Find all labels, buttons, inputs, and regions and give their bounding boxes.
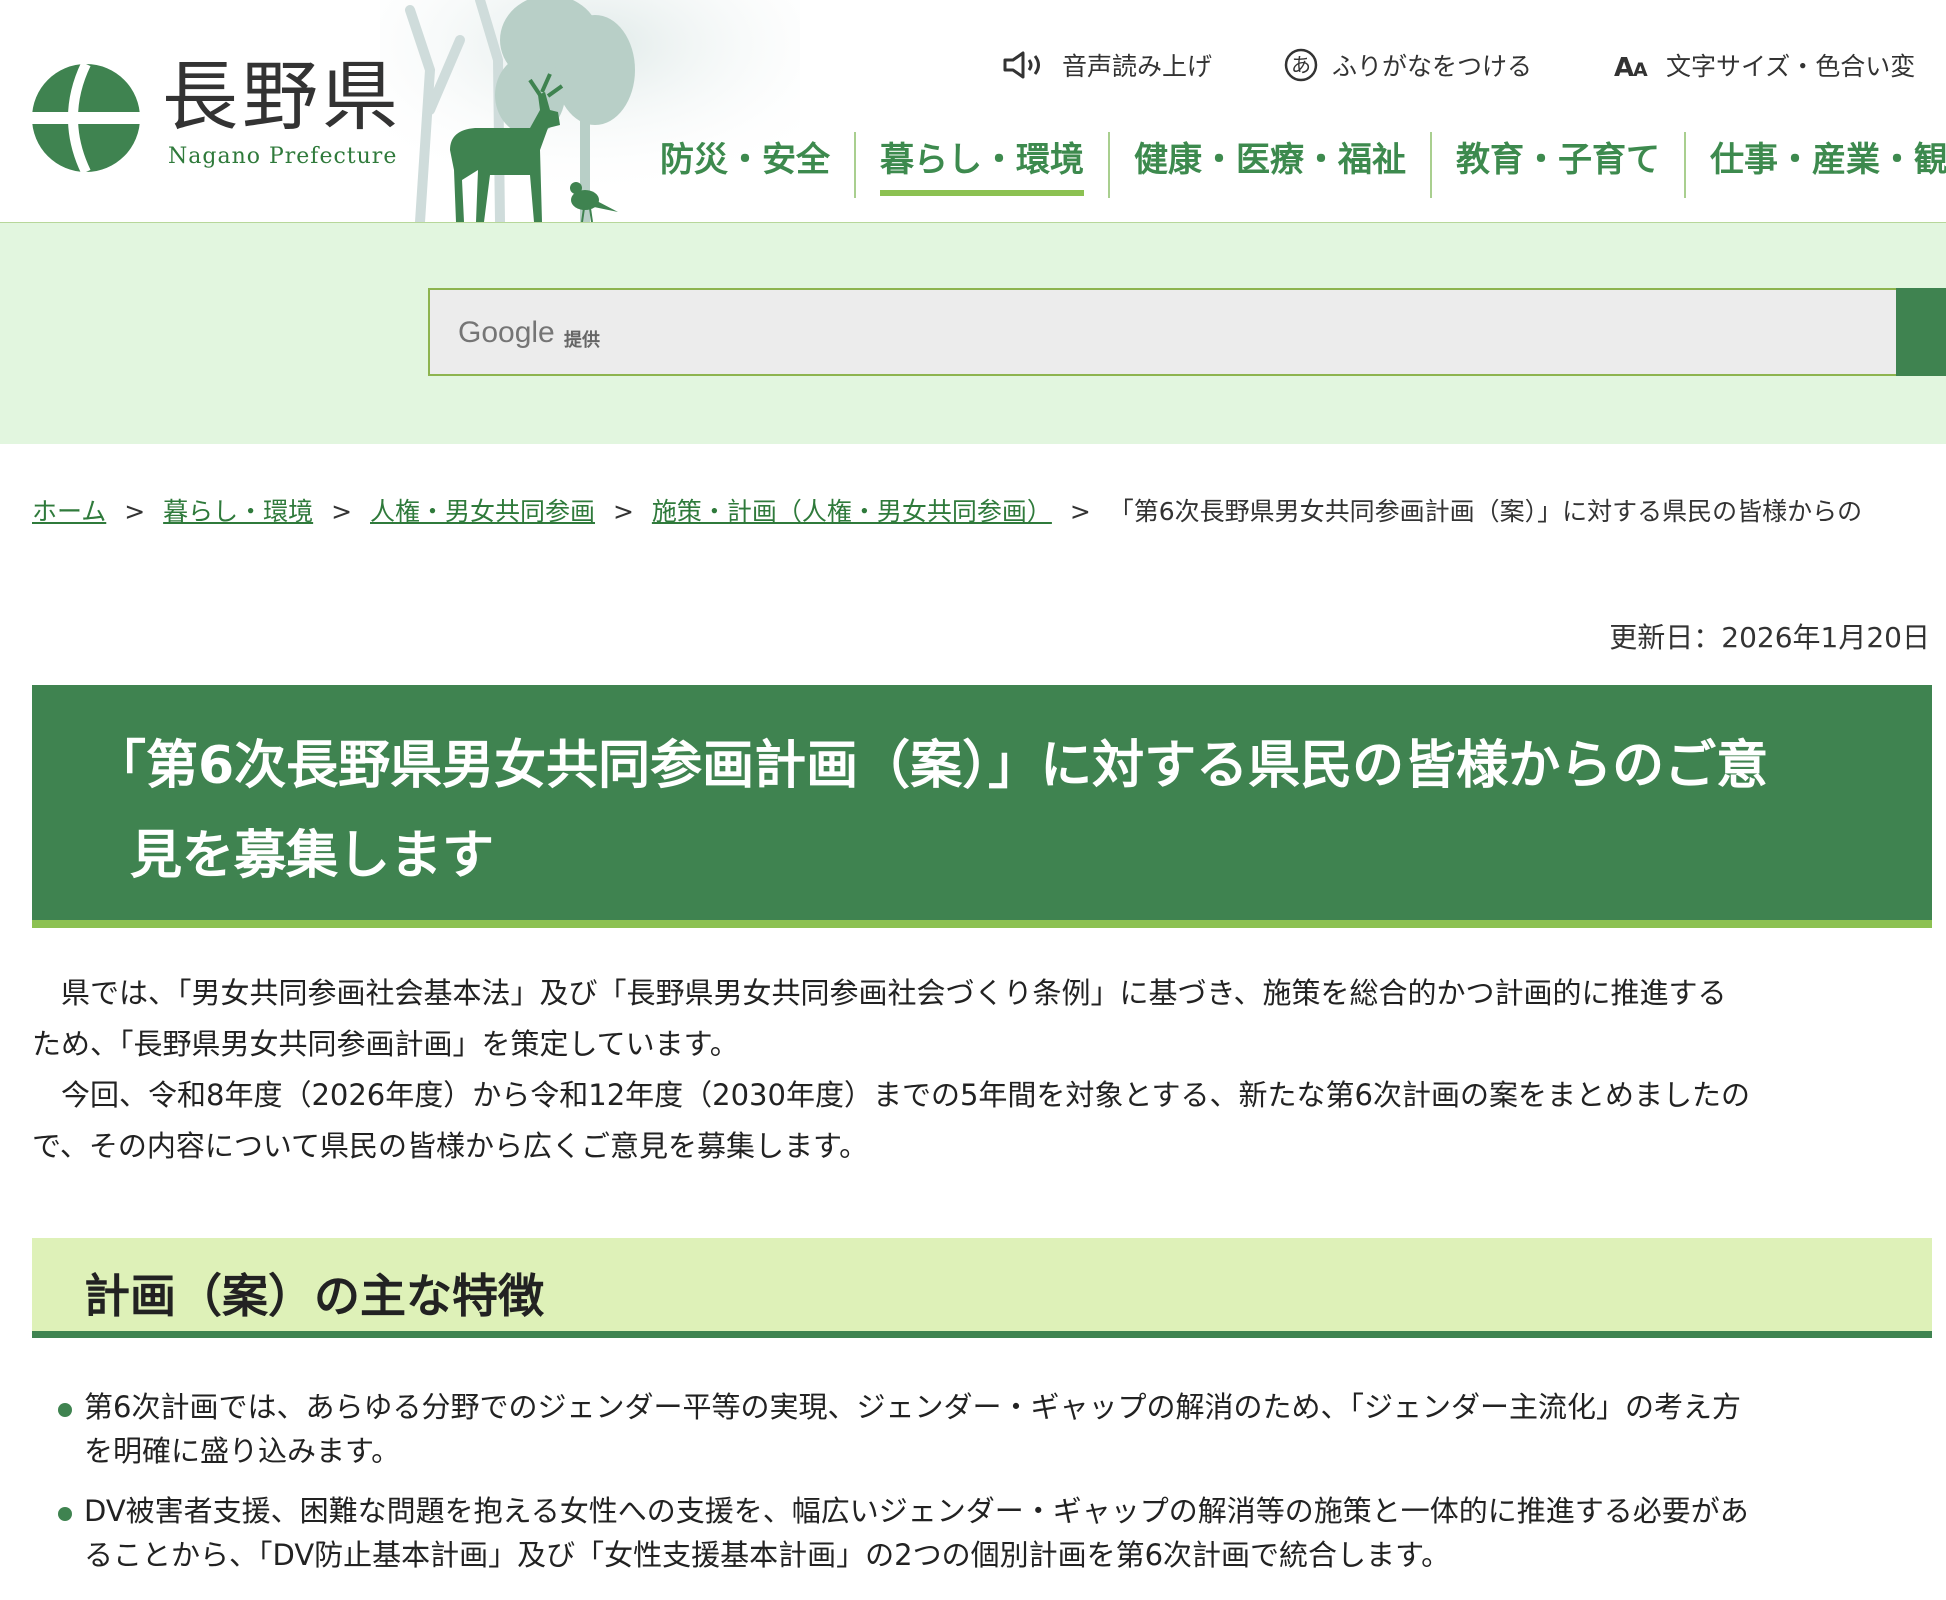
search-button[interactable] xyxy=(1896,288,1946,376)
site-logo-text: 長野県 xyxy=(162,52,402,141)
section-heading-box: 計画（案）の主な特徴 xyxy=(32,1238,1932,1338)
svg-text:A: A xyxy=(1633,59,1648,80)
page-title-line-1: 「第6次長野県男女共同参画計画（案）」に対する県民の皆様からのご意 xyxy=(94,736,1769,796)
list-item: 第6次計画では、あらゆる分野でのジェンダー平等の実現、ジェンダー・ギャップの解消… xyxy=(58,1385,1938,1473)
furigana-button[interactable]: あ ふりがなをつける xyxy=(1284,40,1532,90)
furigana-label: ふりがなをつける xyxy=(1332,52,1533,81)
page-title-line-2: 見を募集します xyxy=(130,826,495,886)
features-list: 第6次計画では、あらゆる分野でのジェンダー平等の実現、ジェンダー・ギャップの解消… xyxy=(58,1385,1938,1593)
nav-item-disaster-safety[interactable]: 防災・安全 xyxy=(640,132,854,198)
nav-item-education-childcare[interactable]: 教育・子育て xyxy=(1430,132,1684,198)
site-header: 長野県 Nagano Prefecture 音声読み上げ あ ふりがなをつける … xyxy=(0,0,1946,223)
breadcrumb-separator: > xyxy=(1069,497,1091,526)
intro-line: 今回、令和8年度（2026年度）から令和12年度（2030年度）までの5年間を対… xyxy=(32,1078,1750,1112)
bullet-dot-icon xyxy=(58,1507,72,1521)
site-logo[interactable]: 長野県 Nagano Prefecture xyxy=(30,52,450,182)
nav-item-work-industry[interactable]: 仕事・産業・観 xyxy=(1684,132,1946,198)
intro-line: ため、「長野県男女共同参画計画」を策定しています。 xyxy=(32,1027,739,1061)
list-item-line: DV被害者支援、困難な問題を抱える女性への支援を、幅広いジェンダー・ギャップの解… xyxy=(84,1494,1749,1528)
intro-line: で、その内容について県民の皆様から広くご意見を募集します。 xyxy=(32,1129,869,1163)
breadcrumb-policy-plan-link[interactable]: 施策・計画（人権・男女共同参画） xyxy=(652,497,1052,526)
breadcrumb: ホーム > 暮らし・環境 > 人権・男女共同参画 > 施策・計画（人権・男女共同… xyxy=(32,492,1862,528)
updated-date: 更新日：2026年1月20日 xyxy=(1609,621,1930,654)
text-size-button[interactable]: A A 文字サイズ・色合い変 xyxy=(1612,40,1915,90)
search-input[interactable]: Google 提供 xyxy=(428,288,1902,376)
breadcrumb-separator: > xyxy=(612,497,634,526)
font-size-icon: A A xyxy=(1612,50,1652,80)
global-nav: 防災・安全 暮らし・環境 健康・医療・福祉 教育・子育て 仕事・産業・観 xyxy=(640,132,1946,202)
breadcrumb-home-link[interactable]: ホーム xyxy=(32,497,106,526)
bullet-dot-icon xyxy=(58,1403,72,1417)
page-title-box: 「第6次長野県男女共同参画計画（案）」に対する県民の皆様からのご意 見を募集しま… xyxy=(32,685,1932,928)
search-band: Google 提供 xyxy=(0,223,1946,444)
google-provided-label: 提供 xyxy=(564,330,600,351)
page-title: 「第6次長野県男女共同参画計画（案）」に対する県民の皆様からのご意 見を募集しま… xyxy=(94,721,1914,901)
breadcrumb-human-rights-link[interactable]: 人権・男女共同参画 xyxy=(370,497,595,526)
intro-text: 県では、「男女共同参画社会基本法」及び「長野県男女共同参画社会づくり条例」に基づ… xyxy=(32,968,1932,1172)
list-item-line: ることから、「DV防止基本計画」及び「女性支援基本計画」の2つの個別計画を第6次… xyxy=(84,1538,1451,1572)
breadcrumb-separator: > xyxy=(331,497,353,526)
list-item: DV被害者支援、困難な問題を抱える女性への支援を、幅広いジェンダー・ギャップの解… xyxy=(58,1489,1938,1577)
speaker-icon xyxy=(1002,50,1048,80)
hiragana-a-icon: あ xyxy=(1284,48,1318,82)
speech-label: 音声読み上げ xyxy=(1062,52,1213,81)
list-item-line: 第6次計画では、あらゆる分野でのジェンダー平等の実現、ジェンダー・ギャップの解消… xyxy=(84,1390,1741,1424)
svg-text:あ: あ xyxy=(1291,53,1311,77)
nav-item-health-welfare[interactable]: 健康・医療・福祉 xyxy=(1108,132,1430,198)
svg-text:A: A xyxy=(1614,53,1634,80)
section-heading: 計画（案）の主な特徴 xyxy=(84,1269,544,1323)
site-logo-subtext: Nagano Prefecture xyxy=(168,144,398,169)
breadcrumb-separator: > xyxy=(124,497,146,526)
text-size-label: 文字サイズ・色合い変 xyxy=(1666,52,1916,81)
breadcrumb-current: 「第6次長野県男女共同参画計画（案）」に対する県民の皆様からの xyxy=(1108,497,1863,526)
nav-item-living-environment[interactable]: 暮らし・環境 xyxy=(854,132,1108,198)
google-label: Google xyxy=(458,316,555,349)
breadcrumb-living-environment-link[interactable]: 暮らし・環境 xyxy=(163,497,313,526)
intro-line: 県では、「男女共同参画社会基本法」及び「長野県男女共同参画社会づくり条例」に基づ… xyxy=(32,976,1727,1010)
speech-button[interactable]: 音声読み上げ xyxy=(1002,40,1212,90)
prefecture-emblem-icon xyxy=(30,62,142,174)
list-item-line: を明確に盛り込みます。 xyxy=(84,1434,401,1468)
